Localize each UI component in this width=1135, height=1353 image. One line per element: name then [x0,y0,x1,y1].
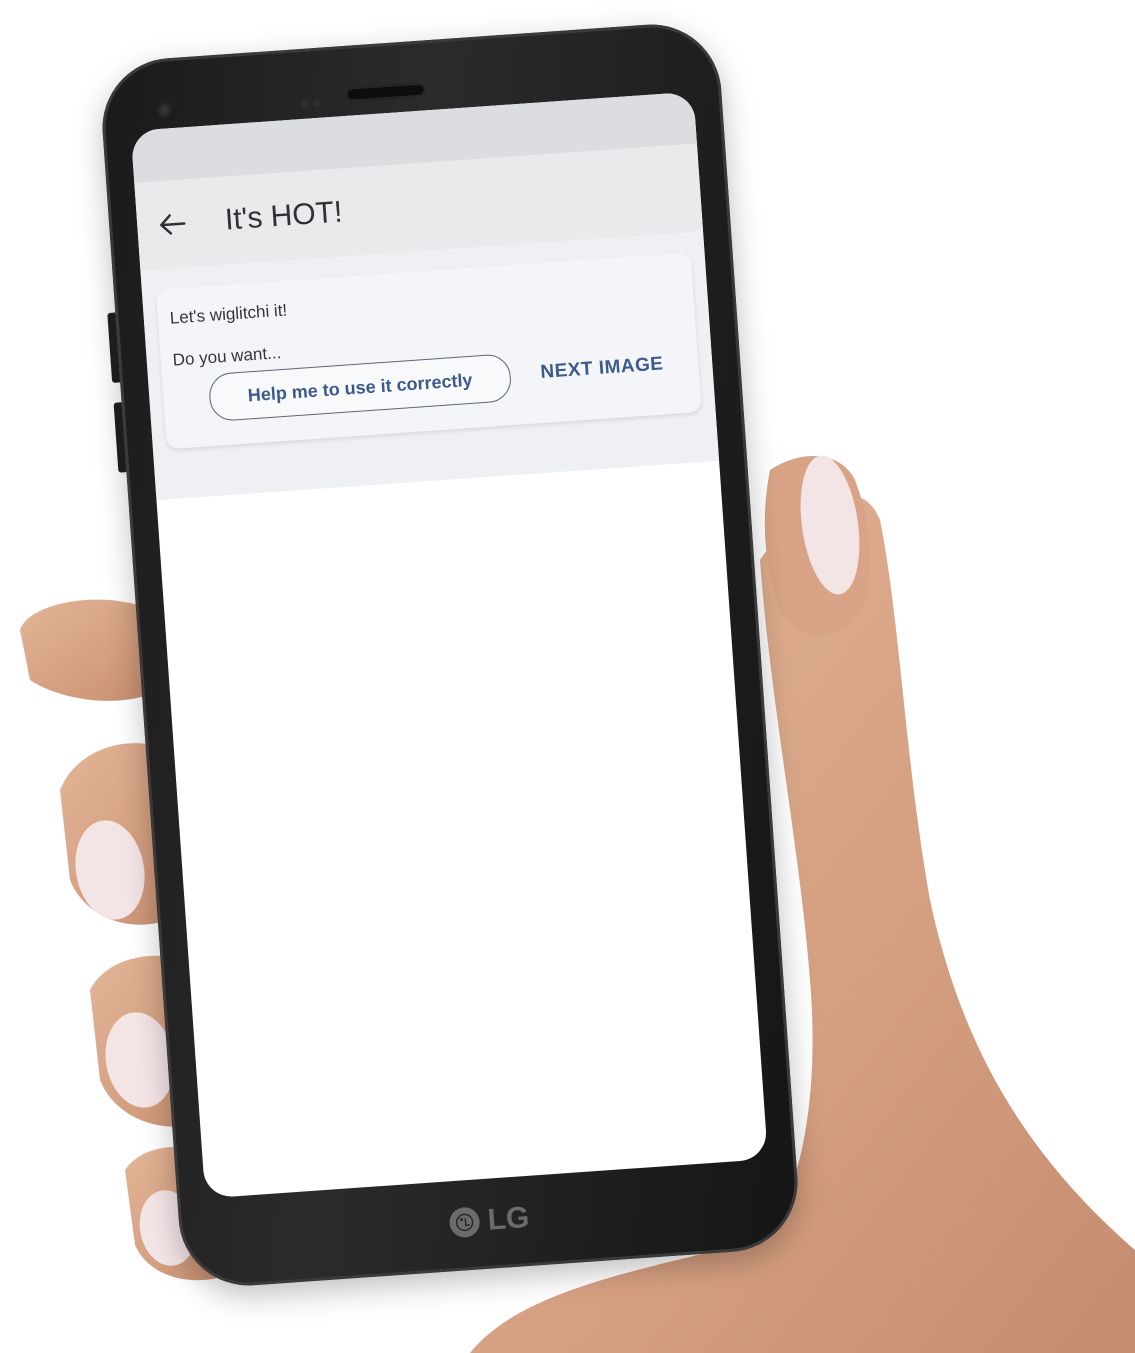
message-card: Let's wiglitchi it! Do you want... Help … [155,252,702,450]
phone-screen: It's HOT! Let's wiglitchi it! Do you wan… [130,91,768,1199]
photo-stage: It's HOT! Let's wiglitchi it! Do you wan… [0,0,1135,1353]
phone-device: It's HOT! Let's wiglitchi it! Do you wan… [97,19,803,1291]
lg-logo-icon [448,1206,481,1239]
sensor-dots [300,91,331,109]
question-text: Do you want... [172,343,282,370]
content-area: Let's wiglitchi it! Do you want... Help … [140,231,720,501]
brand-label: LG [486,1200,531,1237]
next-image-button[interactable]: NEXT IMAGE [539,344,665,392]
greeting-text: Let's wiglitchi it! [169,300,288,328]
back-button[interactable] [134,178,210,271]
page-title: It's HOT! [223,195,344,237]
next-image-label: NEXT IMAGE [539,353,665,383]
help-button-label: Help me to use it correctly [247,369,474,405]
arrow-left-icon [160,214,186,235]
